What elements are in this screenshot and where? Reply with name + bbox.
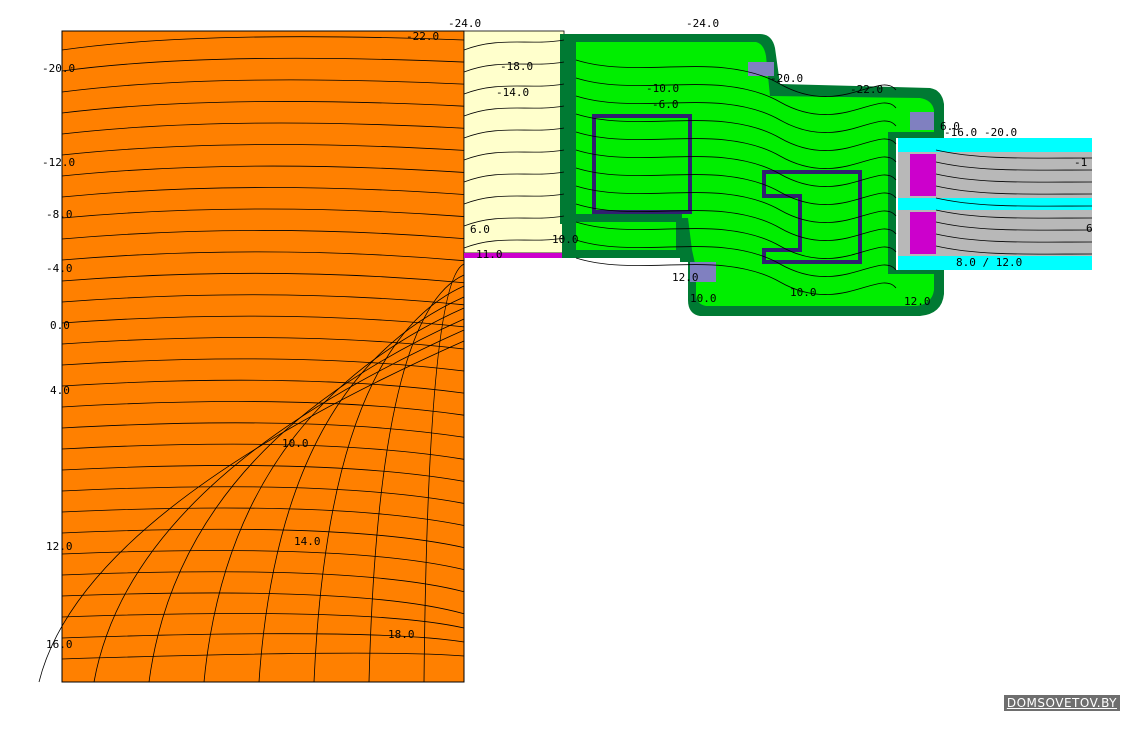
isotherm-label: 10.0 [690,292,717,305]
isotherm-label: -6.0 [652,98,679,111]
isotherm-label: 0.0 [50,319,70,332]
gasket-glazing [910,112,934,130]
isotherm-label: -22.0 [406,30,439,43]
isotherm-label: -18.0 [500,60,533,73]
glass-pane-middle [898,198,1092,210]
isotherm-label: 4.0 [50,384,70,397]
isotherm-label: -10.0 [646,82,679,95]
isotherm-label: 6.0 [470,223,490,236]
isotherm-label: -14.0 [496,86,529,99]
isotherm-label: -8.0 [46,208,73,221]
isotherm-label: -20.0 [42,62,75,75]
isotherm-label: 10.0 [552,233,579,246]
isotherm-label: 11.0 [476,248,503,261]
spacer-upper [910,154,936,196]
isotherm-label: -24.0 [448,17,481,30]
isotherm-label: 18.0 [388,628,415,641]
isotherm-label: -20.0 [770,72,803,85]
spacer-lower [910,212,936,254]
steel-core-sash [804,178,854,256]
isotherm-label: 12.0 [672,271,699,284]
isotherm-label: 12.0 [46,540,73,553]
glass-pane-outer [898,138,1092,152]
isotherm-label: 10.0 [790,286,817,299]
isotherm-label: -12.0 [42,156,75,169]
isotherm-label: 6.0 [940,120,960,133]
isotherm-label: 14.0 [294,535,321,548]
isotherm-label: 10.0 [282,437,309,450]
isotherm-label: 16.0 [46,638,73,651]
isotherm-label: 12.0 [904,295,931,308]
watermark: DOMSOVETOV.BY [1003,695,1120,711]
isotherm-label: -24.0 [686,17,719,30]
isotherm-label: -4.0 [46,262,73,275]
isotherm-label: -22.0 [850,83,883,96]
frame-nose-inner [576,222,676,250]
thermal-diagram: -24.0 -24.0-22.0-20.0 -18.0-14.0-12.0-10.0… [38,17,1093,683]
isotherm-label: -1 [1074,156,1087,169]
isotherm-label: 8.0 / 12.0 [956,256,1022,269]
isotherm-label: 6 [1086,222,1093,235]
isotherm-label: -20.0 [984,126,1017,139]
